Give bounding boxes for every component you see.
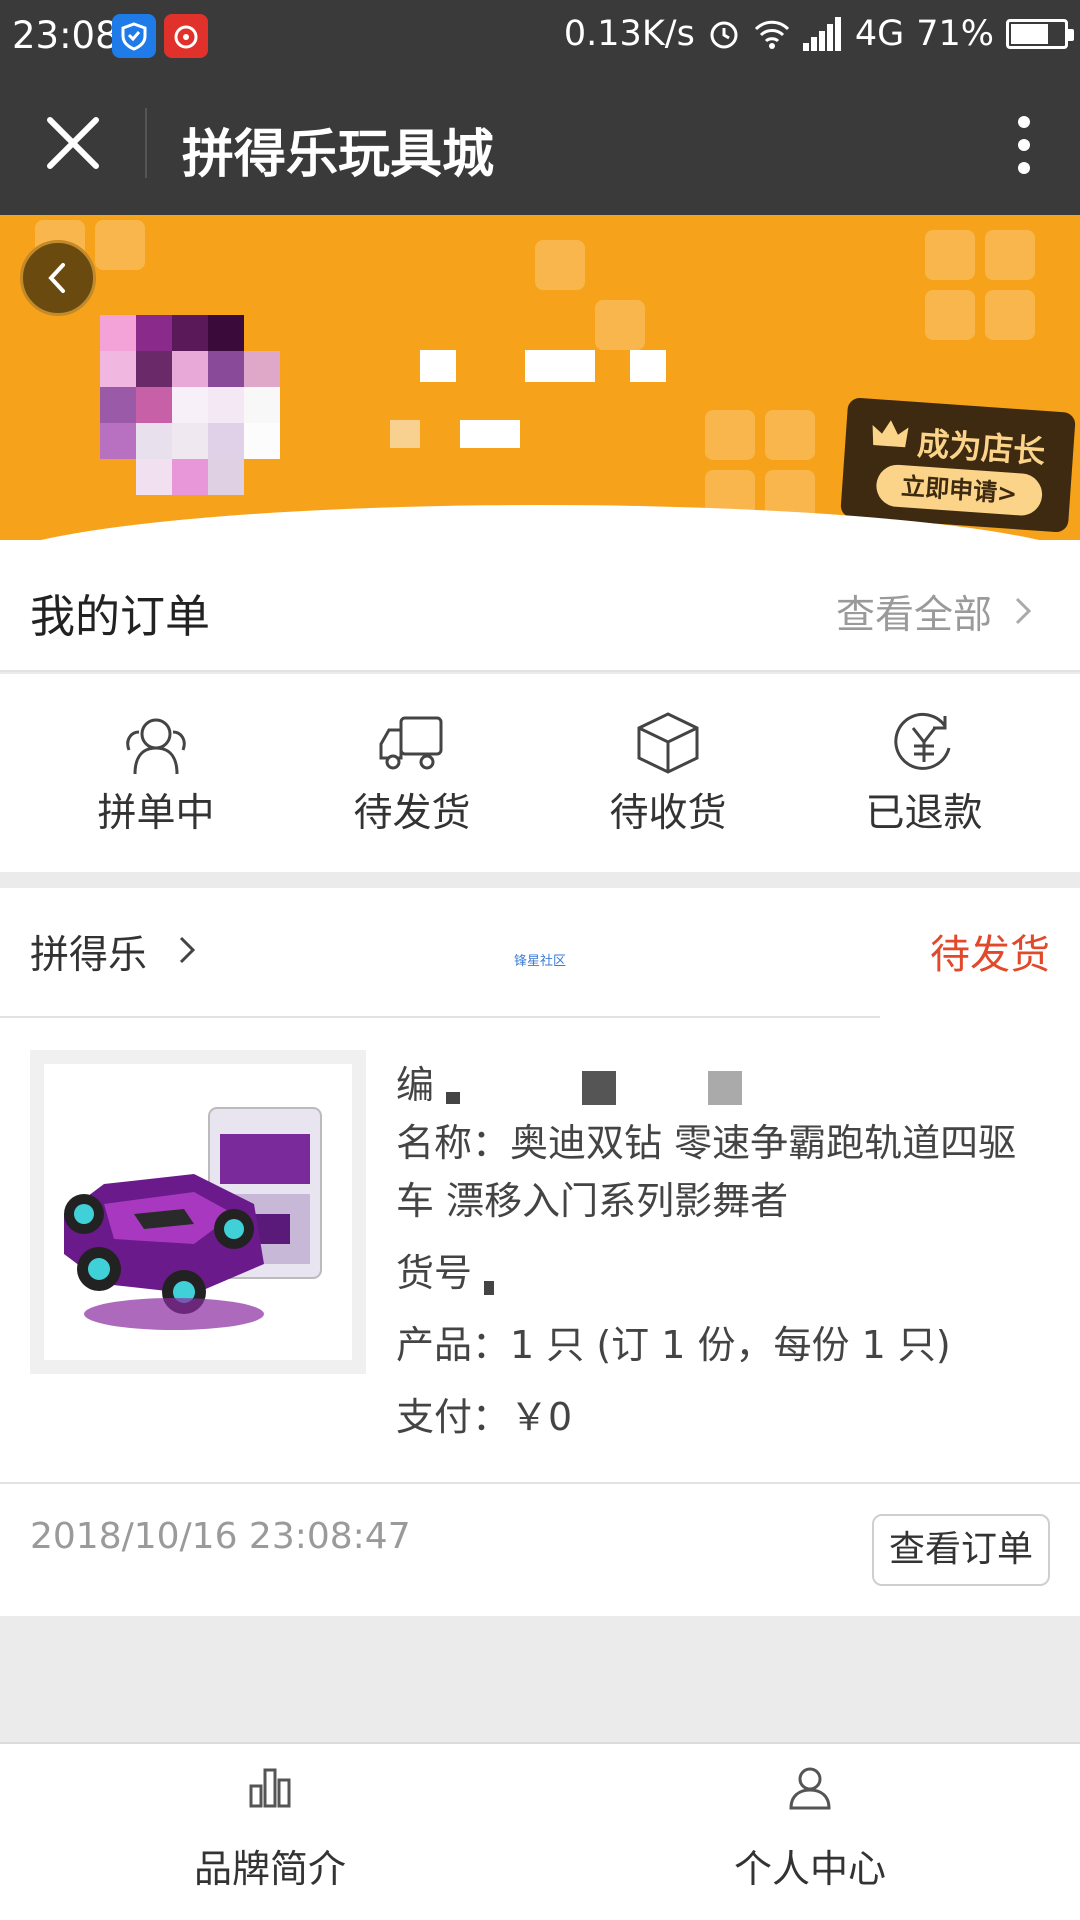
order-time: 2018/10/16 23:08:47 xyxy=(30,1516,411,1557)
product-name-line2: 车 漂移入门系列影舞者 xyxy=(396,1179,789,1223)
refund-yuan-icon xyxy=(894,712,951,770)
redacted-mark xyxy=(484,1280,495,1295)
order-status-badge: 待发货 xyxy=(930,932,1050,978)
item-number-label: 货号 xyxy=(396,1251,473,1295)
avatar xyxy=(100,315,280,495)
status-grouping[interactable]: 拼单中 xyxy=(56,710,256,838)
profile-banner: 成为店长 立即申请> xyxy=(0,215,1080,555)
music-app-icon xyxy=(164,14,208,58)
close-icon[interactable] xyxy=(40,110,106,176)
battery-level xyxy=(1011,24,1048,44)
product-code-row: 编 xyxy=(396,1056,1056,1114)
redacted-mark xyxy=(446,1091,461,1104)
battery-percent: 71% xyxy=(916,14,994,54)
network-speed: 0.13K/s xyxy=(563,14,695,54)
back-button[interactable] xyxy=(20,240,96,316)
alarm-icon xyxy=(710,21,738,49)
nav-label: 品牌简介 xyxy=(193,1847,346,1891)
toy-car-image xyxy=(64,1107,322,1330)
my-orders-header: 我的订单 查看全部 xyxy=(0,540,1080,672)
shop-name[interactable]: 拼得乐 xyxy=(30,924,147,980)
nav-personal-center[interactable]: 个人中心 xyxy=(660,1764,960,1893)
product-image[interactable] xyxy=(30,1050,366,1374)
toy-pattern-icon xyxy=(925,230,1035,340)
delivery-truck-icon xyxy=(379,716,443,770)
apply-now-button[interactable]: 立即申请> xyxy=(874,463,1044,517)
nav-label: 个人中心 xyxy=(733,1847,886,1891)
product-name-line1: 名称：奥迪双钻 零速争霸跑轨道四驱 xyxy=(396,1121,1017,1165)
redacted-mark xyxy=(708,1070,743,1105)
become-manager-title: 成为店长 xyxy=(916,424,1047,472)
toy-pattern-icon xyxy=(535,240,645,350)
redacted-mark xyxy=(582,1070,617,1105)
title-bar: 拼得乐玩具城 xyxy=(0,72,1080,215)
nav-brand-intro[interactable]: 品牌简介 xyxy=(120,1764,420,1893)
package-box-icon xyxy=(637,712,699,774)
become-manager-badge[interactable]: 成为店长 立即申请> xyxy=(840,397,1076,533)
chevron-right-icon[interactable] xyxy=(1012,595,1034,627)
security-app-icon xyxy=(112,14,156,58)
divider xyxy=(0,1016,880,1018)
chevron-right-icon[interactable] xyxy=(176,934,198,966)
divider xyxy=(0,1482,1080,1484)
product-info: 编 名称：奥迪双钻 零速争霸跑轨道四驱 车 漂移入门系列影舞者 货号 产品：1 … xyxy=(396,1056,1056,1446)
brand-building-icon xyxy=(249,1768,291,1808)
chevron-left-icon xyxy=(48,263,65,293)
product-code-label: 编 xyxy=(396,1063,435,1107)
status-to-receive[interactable]: 待收货 xyxy=(568,710,768,838)
watermark: 锋星社区 xyxy=(514,954,567,969)
status-label: 待发货 xyxy=(353,791,471,836)
wifi-icon xyxy=(754,20,789,49)
crown-icon xyxy=(872,420,909,448)
product-image-inner xyxy=(44,1064,352,1360)
payment-amount: 支付：￥0 xyxy=(396,1395,573,1439)
status-bar: 23:08 0.13K/s 4G 71% xyxy=(0,0,1080,72)
battery-icon xyxy=(1006,19,1074,49)
title-divider xyxy=(145,108,147,178)
order-card: 拼得乐 锋星社区 待发货 编 名称：奥迪双钻 零速争霸跑轨道四驱 车 漂移入门系… xyxy=(0,888,1080,1616)
status-refunded[interactable]: 已退款 xyxy=(824,710,1024,838)
more-menu-icon[interactable] xyxy=(1014,114,1034,176)
view-all-link[interactable]: 查看全部 xyxy=(836,584,992,640)
page-title: 拼得乐玩具城 xyxy=(182,125,495,185)
user-profile-icon xyxy=(789,1767,831,1810)
my-orders-title: 我的订单 xyxy=(30,590,211,643)
bottom-nav: 品牌简介 个人中心 xyxy=(0,1742,1080,1920)
group-buying-icon xyxy=(126,718,186,775)
signal-icon xyxy=(802,17,843,51)
status-label: 拼单中 xyxy=(97,791,215,836)
status-right-group: 0.13K/s 4G 71% xyxy=(563,14,1074,54)
status-time: 23:08 xyxy=(12,14,119,57)
status-to-ship[interactable]: 待发货 xyxy=(312,710,512,838)
item-number-row: 货号 xyxy=(396,1244,1056,1302)
toy-pattern-icon xyxy=(705,410,815,520)
network-type: 4G xyxy=(854,14,905,54)
product-quantity: 产品：1 只 (订 1 份，每份 1 只) xyxy=(396,1323,951,1367)
order-status-row: 拼单中 待发货 待收货 已退款 xyxy=(0,674,1080,872)
status-label: 待收货 xyxy=(609,791,727,836)
status-label: 已退款 xyxy=(865,791,983,836)
view-order-button[interactable]: 查看订单 xyxy=(872,1514,1050,1586)
